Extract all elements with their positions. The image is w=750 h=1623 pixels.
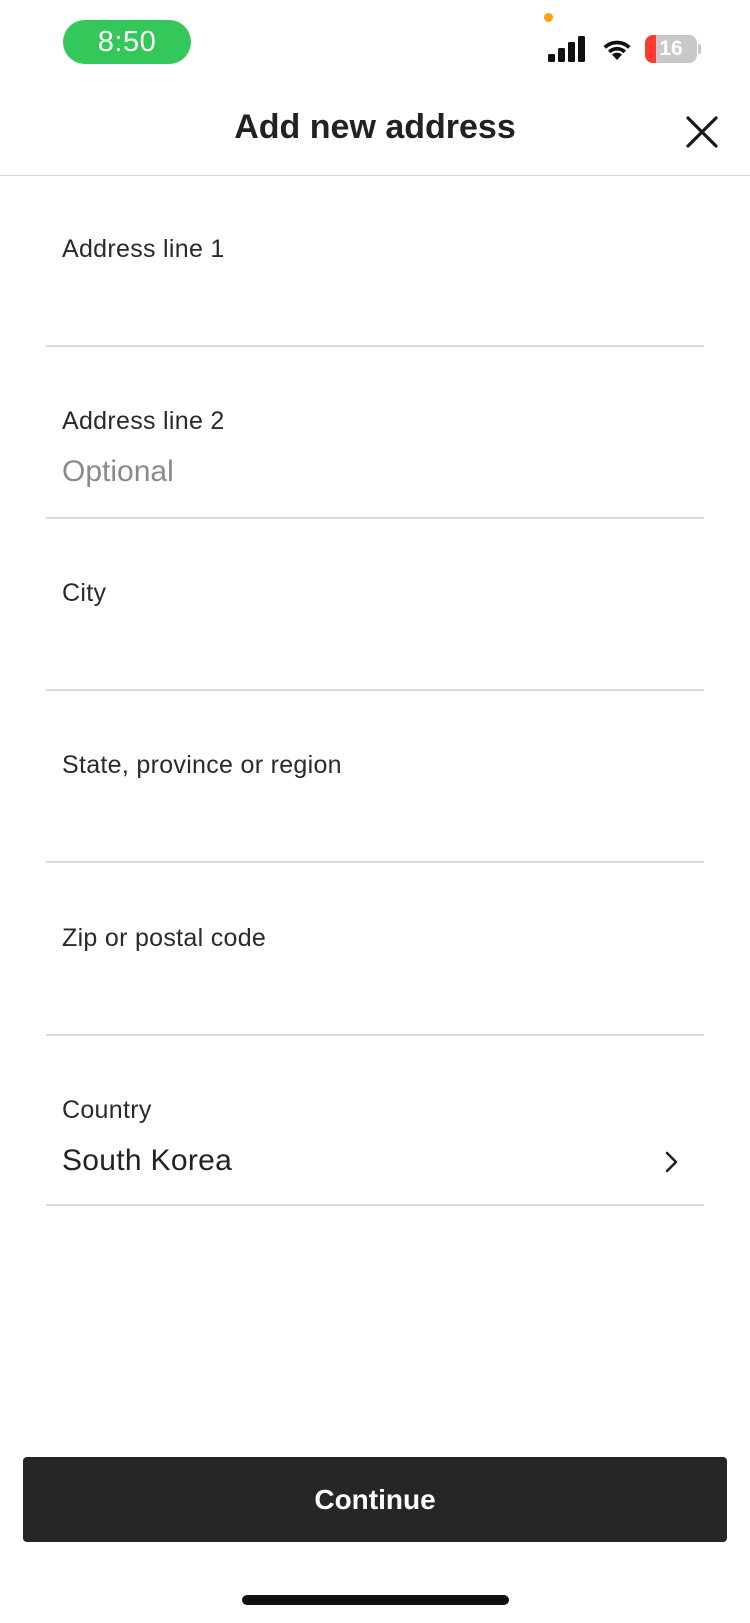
add-address-screen: 8:50 16 Add new address Address line 1 A… — [0, 0, 750, 1623]
page-title: Add new address — [234, 108, 516, 146]
continue-button[interactable]: Continue — [23, 1457, 727, 1542]
zip-input[interactable] — [60, 964, 624, 1014]
state-field[interactable]: State, province or region — [46, 691, 704, 863]
chevron-right-icon — [665, 1151, 678, 1173]
zip-label: Zip or postal code — [62, 924, 267, 952]
home-indicator — [242, 1595, 509, 1605]
signal-icon — [548, 36, 585, 62]
privacy-indicator-dot — [544, 13, 553, 22]
state-input[interactable] — [60, 791, 624, 841]
modal-header: Add new address — [0, 88, 750, 176]
address-line-1-field[interactable]: Address line 1 — [46, 175, 704, 347]
city-label: City — [62, 579, 107, 607]
country-label: Country — [62, 1096, 152, 1124]
status-bar: 8:50 16 — [0, 0, 750, 88]
state-label: State, province or region — [62, 751, 342, 779]
city-input[interactable] — [60, 619, 624, 669]
wifi-icon — [603, 40, 631, 60]
country-select[interactable]: Country South Korea — [46, 1036, 704, 1206]
address-line-2-label: Address line 2 — [62, 407, 225, 435]
status-time: 8:50 — [63, 20, 191, 64]
address-line-1-label: Address line 1 — [62, 235, 225, 263]
address-line-2-input[interactable] — [60, 447, 624, 497]
battery-level: 16 — [659, 37, 683, 60]
address-line-1-input[interactable] — [60, 275, 624, 325]
address-line-2-field[interactable]: Address line 2 — [46, 347, 704, 519]
country-value: South Korea — [62, 1144, 233, 1177]
zip-field[interactable]: Zip or postal code — [46, 864, 704, 1036]
close-icon[interactable] — [680, 110, 724, 154]
city-field[interactable]: City — [46, 519, 704, 691]
